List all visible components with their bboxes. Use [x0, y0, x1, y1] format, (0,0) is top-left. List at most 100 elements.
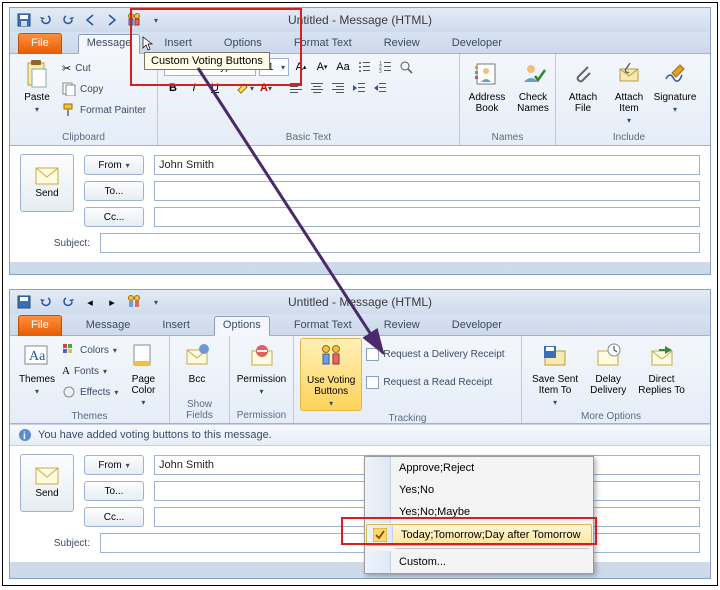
tab-file[interactable]: File	[18, 33, 62, 54]
bold-button[interactable]: B	[164, 79, 182, 97]
names-group-label: Names	[466, 130, 549, 145]
send-button[interactable]: Send	[20, 454, 74, 512]
voting-option-custom[interactable]: Custom...	[365, 551, 593, 573]
colors-button[interactable]: Colors▾	[62, 340, 118, 360]
increase-indent-button[interactable]	[371, 79, 389, 97]
themes-button[interactable]: AaThemes▾	[16, 338, 58, 398]
permission-group-label: Permission	[236, 408, 287, 423]
cursor-icon	[142, 36, 158, 52]
from-button[interactable]: From ▾	[84, 155, 144, 175]
tab-options[interactable]: Options	[216, 35, 270, 53]
permission-button[interactable]: Permission▾	[236, 338, 287, 398]
info-icon: i	[18, 428, 32, 442]
tab-developer[interactable]: Developer	[444, 35, 510, 53]
from-field[interactable]: John Smith	[154, 155, 700, 175]
copy-button[interactable]: Copy	[62, 79, 146, 99]
request-read-receipt-checkbox[interactable]: Request a Read Receipt	[366, 372, 504, 392]
brush-icon	[62, 103, 76, 117]
voting-option-approve-reject[interactable]: Approve;Reject	[365, 457, 593, 479]
ribbon-options: AaThemes▾ Colors▾ AFonts▾ Effects▾ Page …	[10, 336, 710, 424]
font-color-button[interactable]: A▾	[257, 79, 275, 97]
fonts-button[interactable]: AFonts▾	[62, 361, 118, 381]
shrink-font-button[interactable]: A▾	[313, 58, 331, 76]
format-painter-button[interactable]: Format Painter	[62, 100, 146, 120]
tab-developer[interactable]: Developer	[444, 317, 510, 335]
tab-review[interactable]: Review	[376, 35, 428, 53]
align-left-button[interactable]	[287, 79, 305, 97]
check-icon	[373, 528, 387, 542]
italic-button[interactable]: I	[185, 79, 203, 97]
tooltip-custom-voting: Custom Voting Buttons	[144, 52, 270, 70]
prev-item-icon[interactable]	[82, 12, 98, 28]
redo-icon[interactable]	[60, 294, 76, 310]
ribbon-message: Paste ▾ ✂Cut Copy Format Painter Clipboa…	[10, 54, 710, 146]
tab-file[interactable]: File	[18, 315, 62, 336]
next-item-icon[interactable]	[104, 12, 120, 28]
voting-option-today-tomorrow[interactable]: Today;Tomorrow;Day after Tomorrow	[366, 524, 592, 546]
voting-buttons-dropdown: Approve;Reject Yes;No Yes;No;Maybe Today…	[364, 456, 594, 574]
save-sent-item-button[interactable]: Save Sent Item To▾	[528, 338, 582, 409]
undo-icon[interactable]	[38, 294, 54, 310]
bullets-button[interactable]	[355, 58, 373, 76]
send-button[interactable]: Send	[20, 154, 74, 212]
grow-font-button[interactable]: A▴	[292, 58, 310, 76]
to-button[interactable]: To...	[84, 181, 144, 201]
compose-area-2: Send From ▾John Smith To... Cc... Subjec…	[10, 446, 710, 562]
use-voting-buttons-button[interactable]: Use Voting Buttons▾	[300, 338, 362, 411]
custom-voting-icon[interactable]	[126, 12, 142, 28]
attach-item-button[interactable]: Attach Item▾	[608, 56, 650, 127]
tab-insert[interactable]: Insert	[154, 317, 198, 335]
qat-customize-icon[interactable]: ▾	[148, 12, 164, 28]
voting-option-yes-no-maybe[interactable]: Yes;No;Maybe	[365, 501, 593, 523]
themes-group-label: Themes	[16, 409, 163, 424]
custom-voting-icon[interactable]	[126, 294, 142, 310]
tab-format-text[interactable]: Format Text	[286, 317, 360, 335]
delay-delivery-button[interactable]: Delay Delivery	[586, 338, 630, 398]
next-item-icon[interactable]: ▸	[104, 294, 120, 310]
qat-customize-icon[interactable]: ▾	[148, 294, 164, 310]
cc-button[interactable]: Cc...	[84, 207, 144, 227]
voting-option-yes-no[interactable]: Yes;No	[365, 479, 593, 501]
subject-field[interactable]	[100, 233, 700, 253]
tab-format-text[interactable]: Format Text	[286, 35, 360, 53]
tab-message[interactable]: Message	[78, 317, 139, 335]
prev-item-icon[interactable]: ◂	[82, 294, 98, 310]
page-color-button[interactable]: Page Color▾	[122, 338, 164, 409]
underline-button[interactable]: U	[206, 79, 224, 97]
signature-button[interactable]: Signature▾	[654, 56, 696, 116]
screenshot-top: Custom Voting Buttons ▾ Untitled - Messa…	[9, 7, 711, 275]
cut-button[interactable]: ✂Cut	[62, 58, 146, 78]
effects-button[interactable]: Effects▾	[62, 382, 118, 402]
zoom-button[interactable]	[397, 58, 415, 76]
redo-icon[interactable]	[60, 12, 76, 28]
from-button[interactable]: From ▾	[84, 455, 144, 475]
align-right-button[interactable]	[329, 79, 347, 97]
to-field[interactable]	[154, 181, 700, 201]
tab-review[interactable]: Review	[376, 317, 428, 335]
align-center-button[interactable]	[308, 79, 326, 97]
attach-file-button[interactable]: Attach File	[562, 56, 604, 116]
save-icon[interactable]	[16, 294, 32, 310]
include-group-label: Include	[562, 130, 696, 145]
check-names-button[interactable]: Check Names	[512, 56, 554, 116]
colors-icon	[62, 343, 76, 357]
highlight-button[interactable]: ▾	[236, 79, 254, 97]
to-button[interactable]: To...	[84, 481, 144, 501]
save-icon[interactable]	[16, 12, 32, 28]
address-book-button[interactable]: Address Book	[466, 56, 508, 116]
numbering-button[interactable]: 123	[376, 58, 394, 76]
cc-field[interactable]	[154, 207, 700, 227]
direct-replies-button[interactable]: Direct Replies To	[634, 338, 689, 398]
svg-text:3: 3	[379, 69, 382, 74]
clear-formatting-button[interactable]: Aa	[334, 58, 352, 76]
tab-message[interactable]: Message	[78, 34, 141, 54]
undo-icon[interactable]	[38, 12, 54, 28]
tab-insert[interactable]: Insert	[156, 35, 200, 53]
bcc-button[interactable]: Bcc	[176, 338, 218, 387]
request-delivery-receipt-checkbox[interactable]: Request a Delivery Receipt	[366, 344, 504, 364]
decrease-indent-button[interactable]	[350, 79, 368, 97]
cc-button[interactable]: Cc...	[84, 507, 144, 527]
quick-access-toolbar: ▾ Untitled - Message (HTML)	[10, 8, 710, 32]
paste-button[interactable]: Paste ▾	[16, 56, 58, 116]
tab-options[interactable]: Options	[214, 316, 270, 336]
